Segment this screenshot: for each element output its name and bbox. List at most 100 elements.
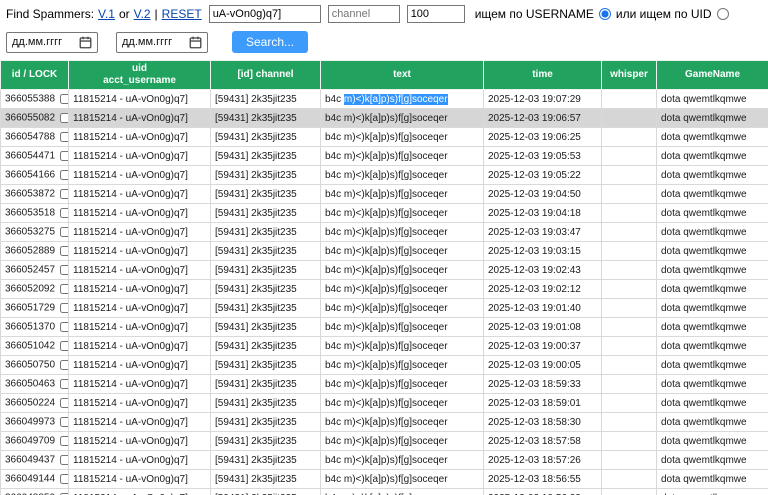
table-row: 366049973 11815214 - uA-vOn0g)q7] [59431] … (0, 412, 768, 432)
lock-checkbox[interactable] (60, 94, 68, 104)
lock-checkbox[interactable] (60, 132, 68, 142)
toolbar: Find Spammers: V.1 or V.2 | RESET ищем п… (0, 0, 768, 53)
whisper-cell (601, 374, 657, 394)
lock-checkbox[interactable] (60, 341, 68, 351)
id-lock-cell: 366049437 (0, 450, 69, 470)
text-cell: b4c m)<)k[a]p)s)f[g]soceqer (320, 146, 484, 166)
time-cell: 2025-12-03 19:05:22 (483, 165, 602, 185)
date-from-placeholder: дд.мм.гггг (12, 36, 63, 48)
id-lock-cell: 366049144 (0, 469, 69, 489)
lock-checkbox[interactable] (60, 360, 68, 370)
time-cell: 2025-12-03 19:00:37 (483, 336, 602, 356)
lock-checkbox[interactable] (60, 303, 68, 313)
table-row: 366049437 11815214 - uA-vOn0g)q7] [59431] … (0, 450, 768, 470)
text-cell: b4c m)<)k[a]p)s)f[g]soceqer (320, 450, 484, 470)
time-cell: 2025-12-03 19:06:57 (483, 108, 602, 128)
id-lock-cell: 366054471 (0, 146, 69, 166)
lock-checkbox[interactable] (60, 284, 68, 294)
gamename-cell: dota qwemtlkqmwe (656, 412, 768, 432)
message-id: 366049144 (5, 473, 56, 485)
search-by-uid-label: или ищем по UID (615, 7, 712, 21)
lock-checkbox[interactable] (60, 227, 68, 237)
lock-checkbox[interactable] (60, 455, 68, 465)
lock-checkbox[interactable] (60, 474, 68, 484)
whisper-cell (601, 165, 657, 185)
whisper-cell (601, 450, 657, 470)
spammers-table: id / LOCK uid acct_username [id] channel te… (0, 60, 768, 495)
lock-checkbox[interactable] (60, 436, 68, 446)
channel-cell: [59431] 2k35jit235 (210, 203, 321, 223)
lock-checkbox[interactable] (60, 113, 68, 123)
gamename-cell: dota qwemtlkqmwe (656, 184, 768, 204)
uid-cell: 11815214 - uA-vOn0g)q7] (68, 450, 211, 470)
uid-cell: 11815214 - uA-vOn0g)q7] (68, 469, 211, 489)
calendar-icon[interactable] (189, 36, 202, 49)
column-header-uid-acct-username: uid acct_username (68, 60, 211, 90)
lock-checkbox[interactable] (60, 246, 68, 256)
uid-cell: 11815214 - uA-vOn0g)q7] (68, 393, 211, 413)
uid-cell: 11815214 - uA-vOn0g)q7] (68, 165, 211, 185)
channel-input[interactable] (327, 5, 400, 23)
lock-checkbox[interactable] (60, 265, 68, 275)
v1-link[interactable]: V.1 (98, 7, 115, 21)
lock-checkbox[interactable] (60, 170, 68, 180)
reset-link[interactable]: RESET (162, 7, 202, 21)
username-input[interactable] (208, 5, 321, 23)
channel-cell: [59431] 2k35jit235 (210, 469, 321, 489)
message-id: 366049973 (5, 416, 56, 428)
date-from-input[interactable]: дд.мм.гггг (6, 31, 98, 53)
channel-cell: [59431] 2k35jit235 (210, 127, 321, 147)
limit-input[interactable] (406, 5, 465, 23)
whisper-cell (601, 412, 657, 432)
column-header-id-channel: [id] channel (210, 60, 321, 90)
whisper-cell (601, 146, 657, 166)
time-cell: 2025-12-03 18:59:33 (483, 374, 602, 394)
lock-checkbox[interactable] (60, 322, 68, 332)
lock-checkbox[interactable] (60, 398, 68, 408)
lock-checkbox[interactable] (60, 379, 68, 389)
text-cell: b4c m)<)k[a]p)s)f[g]soceqer (320, 165, 484, 185)
gamename-cell: dota qwemtlkqmwe (656, 260, 768, 280)
lock-checkbox[interactable] (60, 417, 68, 427)
table-row: 366051729 11815214 - uA-vOn0g)q7] [59431] … (0, 298, 768, 318)
time-cell: 2025-12-03 19:00:05 (483, 355, 602, 375)
table-row: 366050750 11815214 - uA-vOn0g)q7] [59431] … (0, 355, 768, 375)
table-row: 366054471 11815214 - uA-vOn0g)q7] [59431] … (0, 146, 768, 166)
lock-checkbox[interactable] (60, 208, 68, 218)
whisper-cell (601, 89, 657, 109)
lock-checkbox[interactable] (60, 189, 68, 199)
gamename-cell: dota qwemtlkqmwe (656, 203, 768, 223)
text-cell: b4c m)<)k[a]p)s)f[g]soceqer (320, 127, 484, 147)
date-to-input[interactable]: дд.мм.гггг (116, 31, 208, 53)
time-cell: 2025-12-03 19:07:29 (483, 89, 602, 109)
table-body: 366055388 11815214 - uA-vOn0g)q7] [59431] … (0, 89, 768, 495)
whisper-cell (601, 298, 657, 318)
v2-link[interactable]: V.2 (134, 7, 151, 21)
search-by-username-radio[interactable] (598, 8, 611, 20)
message-id: 366052092 (5, 283, 56, 295)
message-id: 366050224 (5, 397, 56, 409)
message-id: 366051042 (5, 340, 56, 352)
calendar-icon[interactable] (79, 36, 92, 49)
channel-cell: [59431] 2k35jit235 (210, 488, 321, 495)
gamename-cell: dota qwemtlkqmwe (656, 89, 768, 109)
column-header-whisper: whisper (601, 60, 657, 90)
channel-cell: [59431] 2k35jit235 (210, 241, 321, 261)
message-id: 366050750 (5, 359, 56, 371)
table-row: 366051370 11815214 - uA-vOn0g)q7] [59431] … (0, 317, 768, 337)
time-cell: 2025-12-03 19:05:53 (483, 146, 602, 166)
id-lock-cell: 366054788 (0, 127, 69, 147)
search-by-uid-radio[interactable] (716, 8, 729, 20)
lock-checkbox[interactable] (60, 151, 68, 161)
channel-cell: [59431] 2k35jit235 (210, 146, 321, 166)
time-cell: 2025-12-03 19:03:15 (483, 241, 602, 261)
search-button[interactable]: Search... (232, 31, 309, 53)
uid-cell: 11815214 - uA-vOn0g)q7] (68, 336, 211, 356)
text-cell: b4c m)<)k[a]p)s)f[g]soceqer (320, 298, 484, 318)
id-lock-cell: 366049709 (0, 431, 69, 451)
text-cell: b4c m)<)k[a]p)s)f[g]soceqer (320, 317, 484, 337)
text-cell: b4c m)<)k[a]p)s)f[g]soceqer (320, 431, 484, 451)
time-cell: 2025-12-03 19:01:40 (483, 298, 602, 318)
channel-cell: [59431] 2k35jit235 (210, 393, 321, 413)
uid-cell: 11815214 - uA-vOn0g)q7] (68, 108, 211, 128)
